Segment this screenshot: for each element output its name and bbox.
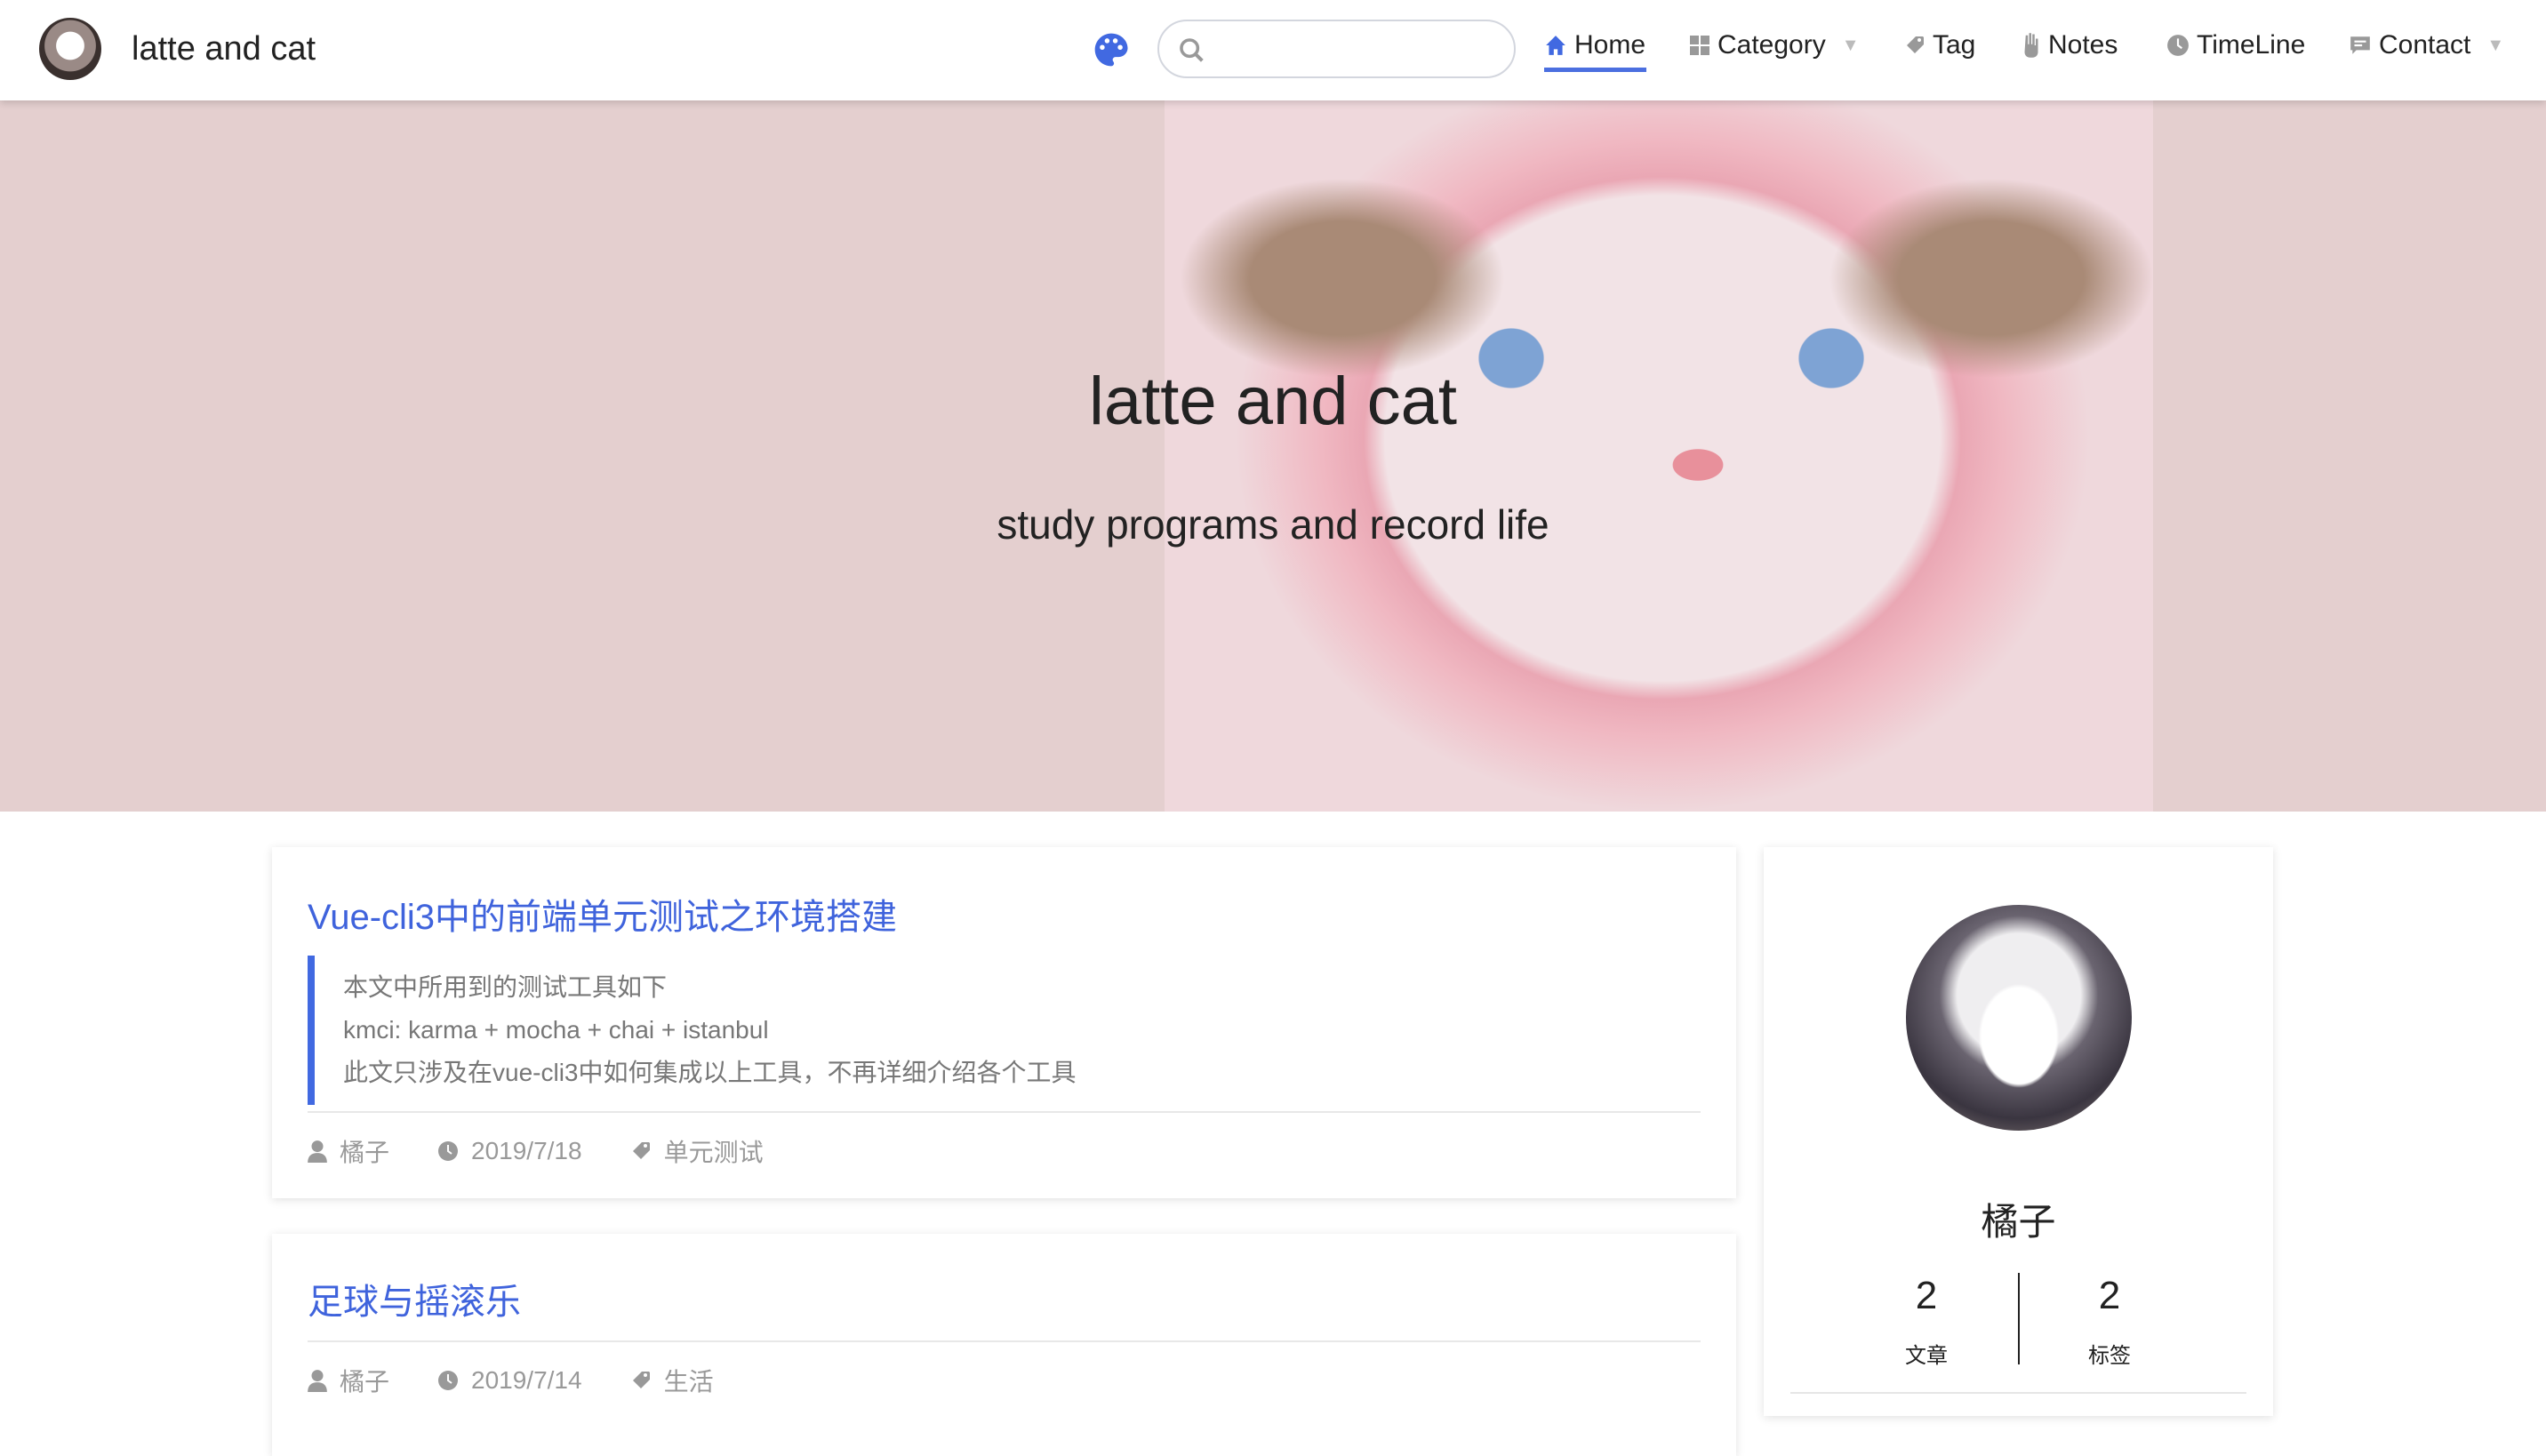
posts-count[interactable]: 2: [1837, 1274, 2015, 1318]
nav-contact[interactable]: Contact ▼: [2349, 30, 2504, 60]
tags-count[interactable]: 2: [2021, 1274, 2198, 1318]
nav-label: Home: [1574, 30, 1646, 60]
tags-label: 标签: [2088, 1344, 2131, 1368]
divider: [1790, 1392, 2246, 1394]
nav-label: Tag: [1933, 30, 1976, 60]
site-logo-avatar[interactable]: [39, 18, 101, 80]
post-excerpt: 本文中所用到的测试工具如下 kmci: karma + mocha + chai…: [308, 956, 1077, 1105]
hero-subtitle: study programs and record life: [997, 501, 1549, 548]
nav-label: TimeLine: [2197, 30, 2306, 60]
grid-icon: [1690, 36, 1709, 55]
excerpt-line: 此文只涉及在vue-cli3中如何集成以上工具，不再详细介绍各个工具: [343, 1059, 1077, 1086]
nav-tag[interactable]: Tag: [1904, 30, 1975, 60]
chevron-down-icon: ▼: [2486, 35, 2505, 55]
nav-label: Category: [1717, 30, 1826, 60]
post-title[interactable]: 足球与摇滚乐: [308, 1273, 521, 1324]
cat-banner-image: [1165, 100, 2153, 812]
profile-card: 橘子 2 文章 2 标签: [1764, 847, 2273, 1416]
post-author[interactable]: 橘子: [340, 1133, 389, 1169]
home-icon: [1546, 36, 1565, 55]
palette-icon[interactable]: [1092, 30, 1131, 69]
post-date: 2019/7/14: [471, 1366, 582, 1394]
post-card: Vue-cli3中的前端单元测试之环境搭建 本文中所用到的测试工具如下 kmci…: [272, 847, 1736, 1198]
hero-banner: latte and cat study programs and record …: [0, 100, 2546, 812]
hero-title: latte and cat: [1088, 364, 1458, 439]
post-author[interactable]: 橘子: [340, 1363, 389, 1398]
clock-icon: [2167, 35, 2189, 56]
tag-icon: [632, 1142, 650, 1159]
search-icon: [1180, 38, 1204, 62]
message-icon: [2350, 36, 2370, 54]
post-meta: 橘子 2019/7/18 单元测试: [308, 1133, 764, 1169]
post-title[interactable]: Vue-cli3中的前端单元测试之环境搭建: [308, 888, 897, 940]
active-underline: [1544, 68, 1646, 72]
tag-icon: [632, 1372, 650, 1388]
chevron-down-icon: ▼: [1841, 35, 1860, 55]
user-icon: [308, 1140, 327, 1163]
post-tag[interactable]: 单元测试: [664, 1133, 764, 1169]
clock-icon: [438, 1141, 459, 1161]
post-tag[interactable]: 生活: [664, 1363, 714, 1398]
clock-icon: [438, 1371, 459, 1390]
post-date: 2019/7/18: [471, 1137, 582, 1164]
profile-avatar: [1906, 905, 2132, 1131]
site-title[interactable]: latte and cat: [132, 30, 316, 68]
nav-category[interactable]: Category ▼: [1689, 30, 1860, 60]
tag-icon: [1907, 36, 1924, 53]
hand-icon: [2024, 33, 2038, 58]
post-meta: 橘子 2019/7/14 生活: [308, 1363, 714, 1398]
posts-label: 文章: [1905, 1344, 1948, 1368]
excerpt-line: 本文中所用到的测试工具如下: [343, 973, 668, 1001]
nav-home[interactable]: Home: [1544, 30, 1645, 60]
nav-notes[interactable]: Notes: [2022, 30, 2118, 60]
search-input[interactable]: [1157, 20, 1516, 78]
excerpt-line: kmci: karma + mocha + chai + istanbul: [343, 1016, 769, 1044]
navbar: latte and cat Home Category ▼ Tag Notes T…: [0, 0, 2546, 100]
nav-label: Notes: [2048, 30, 2118, 60]
divider: [308, 1340, 1701, 1342]
nav-label: Contact: [2379, 30, 2471, 60]
user-icon: [308, 1370, 327, 1392]
profile-name: 橘子: [1981, 1201, 2056, 1243]
post-card: 足球与摇滚乐 橘子 2019/7/14 生活: [272, 1234, 1736, 1456]
divider: [308, 1111, 1701, 1113]
stat-divider: [2018, 1273, 2020, 1364]
nav-timeline[interactable]: TimeLine: [2166, 30, 2305, 60]
